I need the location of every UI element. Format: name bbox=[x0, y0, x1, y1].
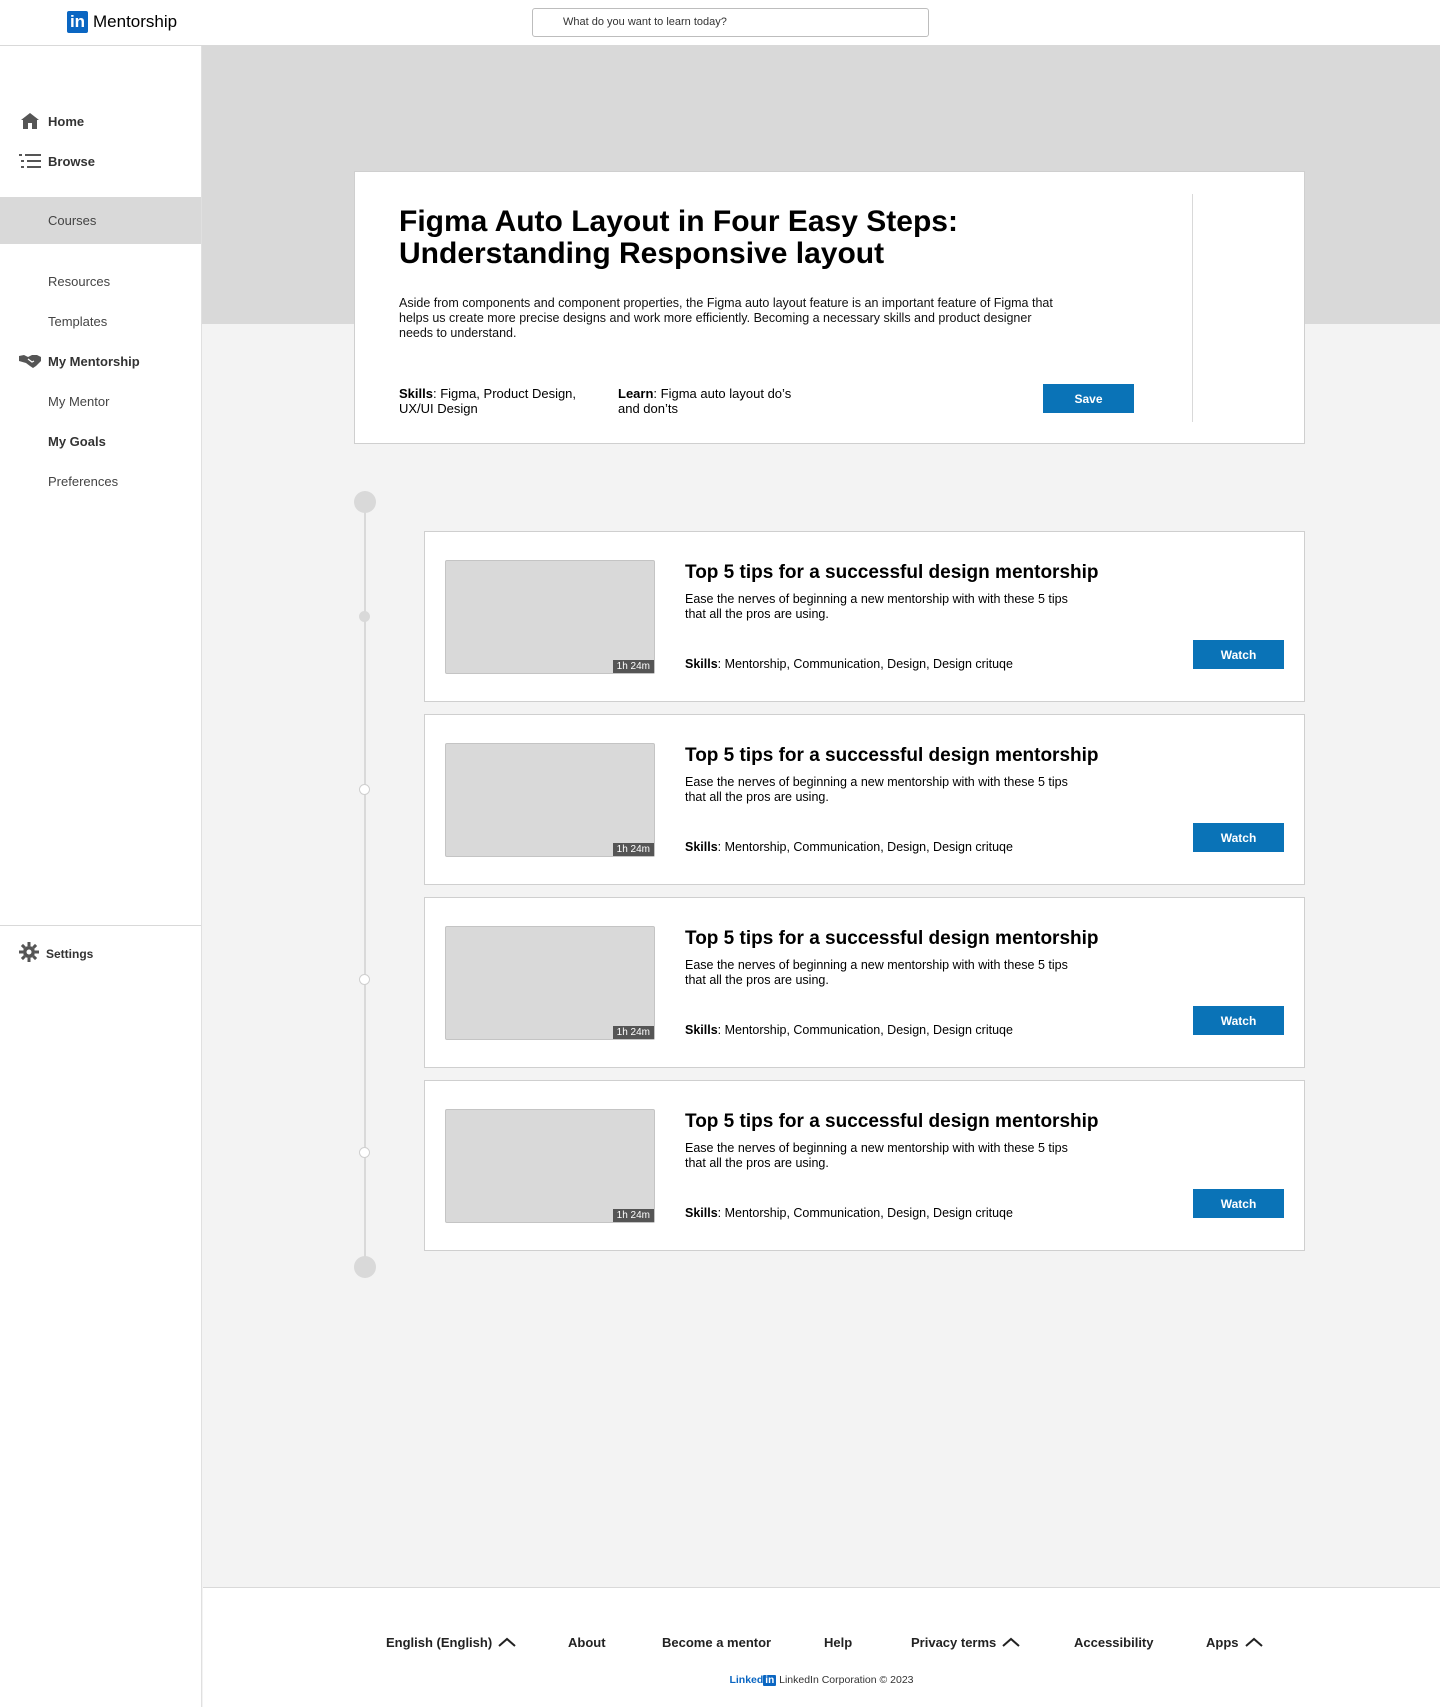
chevron-up-icon bbox=[1002, 1635, 1020, 1650]
footer-link-label: Privacy terms bbox=[911, 1635, 997, 1650]
home-icon bbox=[19, 111, 41, 131]
footer-link-label: Become a mentor bbox=[662, 1635, 772, 1650]
skills-label: Skills bbox=[685, 657, 718, 671]
skills-value: : Mentorship, Communication, Design, Des… bbox=[717, 840, 1013, 854]
sidebar-item-label: Courses bbox=[48, 213, 97, 228]
save-button[interactable]: Save bbox=[1043, 384, 1134, 413]
duration-badge: 1h 24m bbox=[612, 1209, 654, 1222]
copyright: Linked in LinkedIn Corporation © 2023 bbox=[203, 1674, 1440, 1686]
watch-button[interactable]: Watch bbox=[1193, 1189, 1284, 1218]
course-card: 1h 24m Top 5 tips for a successful desig… bbox=[424, 531, 1305, 702]
copyright-text: LinkedIn Corporation © 2023 bbox=[779, 1674, 914, 1686]
sidebar-item-label: Preferences bbox=[48, 473, 119, 489]
footer-link-label: Help bbox=[824, 1635, 853, 1650]
sidebar-item-label: My Mentor bbox=[48, 393, 110, 409]
course-skills: Skills: Mentorship, Communication, Desig… bbox=[685, 1023, 1013, 1037]
skills-value: : Mentorship, Communication, Design, Des… bbox=[717, 1023, 1013, 1037]
footer-link-label: Apps bbox=[1206, 1635, 1239, 1650]
logo-text: Mentorship bbox=[93, 12, 178, 31]
course-hero-card: Figma Auto Layout in Four Easy Steps: Un… bbox=[354, 171, 1305, 444]
duration-badge: 1h 24m bbox=[612, 660, 654, 673]
skills-value: : Mentorship, Communication, Design, Des… bbox=[717, 1206, 1013, 1220]
skills-label: Skills bbox=[685, 1206, 718, 1220]
hero-divider bbox=[1192, 194, 1193, 422]
course-title: Top 5 tips for a successful design mento… bbox=[685, 745, 1099, 766]
course-card: 1h 24m Top 5 tips for a successful desig… bbox=[424, 714, 1305, 885]
course-card: 1h 24m Top 5 tips for a successful desig… bbox=[424, 1080, 1305, 1251]
duration-badge: 1h 24m bbox=[612, 1026, 654, 1039]
top-bar: in Mentorship What do you want to learn … bbox=[0, 0, 1440, 46]
footer-link-become-mentor[interactable]: Become a mentor bbox=[662, 1635, 771, 1650]
watch-button[interactable]: Watch bbox=[1193, 1006, 1284, 1035]
footer-language-select[interactable]: English (English) bbox=[386, 1635, 516, 1650]
sidebar-divider bbox=[0, 925, 201, 926]
settings-button[interactable]: Settings bbox=[19, 942, 93, 965]
timeline-dot bbox=[359, 611, 370, 622]
chevron-up-icon bbox=[1244, 1635, 1263, 1650]
skills-label: Skills bbox=[685, 840, 718, 854]
footer-link-label: English (English) bbox=[386, 1635, 493, 1650]
sidebar-item-label: My Mentorship bbox=[48, 353, 140, 369]
course-description: Ease the nerves of beginning a new mento… bbox=[685, 775, 1068, 804]
chevron-up-icon bbox=[498, 1635, 516, 1650]
course-title: Top 5 tips for a successful design mento… bbox=[685, 1111, 1099, 1132]
watch-button[interactable]: Watch bbox=[1193, 823, 1284, 852]
footer-link-label: Accessibility bbox=[1074, 1635, 1154, 1650]
skills-label: Skills bbox=[399, 386, 433, 401]
footer-link-privacy-terms[interactable]: Privacy terms bbox=[911, 1635, 1020, 1650]
linkedin-logo-icon: in bbox=[67, 11, 88, 33]
course-learn: Learn: Figma auto layout do’s and don’ts bbox=[618, 386, 808, 416]
sidebar-item-label: Browse bbox=[48, 153, 95, 169]
linkedin-logo-icon: in bbox=[763, 1675, 777, 1686]
settings-label: Settings bbox=[46, 946, 94, 961]
course-thumbnail[interactable]: 1h 24m bbox=[445, 743, 655, 857]
skills-value: : Mentorship, Communication, Design, Des… bbox=[717, 657, 1013, 671]
timeline-dot bbox=[359, 974, 370, 985]
search-input[interactable]: What do you want to learn today? bbox=[532, 8, 929, 37]
sidebar-item-preferences[interactable]: Preferences bbox=[0, 458, 201, 504]
timeline-end-dot bbox=[354, 1256, 376, 1278]
course-thumbnail[interactable]: 1h 24m bbox=[445, 1109, 655, 1223]
sidebar-item-label: My Goals bbox=[48, 433, 106, 449]
page-title: Figma Auto Layout in Four Easy Steps: Un… bbox=[399, 205, 958, 270]
course-title: Top 5 tips for a successful design mento… bbox=[685, 562, 1099, 583]
duration-badge: 1h 24m bbox=[612, 843, 654, 856]
course-card: 1h 24m Top 5 tips for a successful desig… bbox=[424, 897, 1305, 1068]
course-thumbnail[interactable]: 1h 24m bbox=[445, 926, 655, 1040]
course-thumbnail[interactable]: 1h 24m bbox=[445, 560, 655, 674]
course-title: Top 5 tips for a successful design mento… bbox=[685, 928, 1099, 949]
course-skills: Skills: Mentorship, Communication, Desig… bbox=[685, 657, 1013, 671]
handshake-icon bbox=[19, 351, 41, 371]
footer-link-about[interactable]: About bbox=[568, 1635, 606, 1650]
footer-link-help[interactable]: Help bbox=[824, 1635, 852, 1650]
course-skills: Skills: Figma, Product Design, UX/UI Des… bbox=[399, 386, 589, 416]
course-description: Aside from components and component prop… bbox=[399, 296, 1053, 340]
sidebar-item-courses[interactable]: Courses bbox=[0, 197, 201, 244]
footer-link-accessibility[interactable]: Accessibility bbox=[1074, 1635, 1154, 1650]
skills-label: Skills bbox=[685, 1023, 718, 1037]
sidebar: Home Browse Mentors Courses Resources Te… bbox=[0, 46, 202, 1707]
course-description: Ease the nerves of beginning a new mento… bbox=[685, 1141, 1068, 1170]
learn-label: Learn bbox=[618, 386, 654, 401]
linkedin-wordmark: Linked bbox=[729, 1674, 764, 1686]
timeline-start-dot bbox=[354, 491, 376, 513]
course-skills: Skills: Mentorship, Communication, Desig… bbox=[685, 1206, 1013, 1220]
gear-icon bbox=[19, 942, 39, 965]
timeline-dot bbox=[359, 784, 370, 795]
sidebar-item-label: Home bbox=[48, 113, 85, 129]
sidebar-item-label: Templates bbox=[48, 313, 108, 329]
course-skills: Skills: Mentorship, Communication, Desig… bbox=[685, 840, 1013, 854]
footer-link-label: About bbox=[568, 1635, 606, 1650]
course-description: Ease the nerves of beginning a new mento… bbox=[685, 592, 1068, 621]
course-description: Ease the nerves of beginning a new mento… bbox=[685, 958, 1068, 987]
list-icon bbox=[19, 151, 41, 171]
footer: English (English) About Become a mentor … bbox=[203, 1587, 1440, 1707]
watch-button[interactable]: Watch bbox=[1193, 640, 1284, 669]
timeline-dot bbox=[359, 1147, 370, 1158]
footer-link-apps[interactable]: Apps bbox=[1206, 1635, 1263, 1650]
sidebar-item-label: Resources bbox=[48, 273, 111, 289]
logo[interactable]: in Mentorship bbox=[67, 11, 177, 33]
